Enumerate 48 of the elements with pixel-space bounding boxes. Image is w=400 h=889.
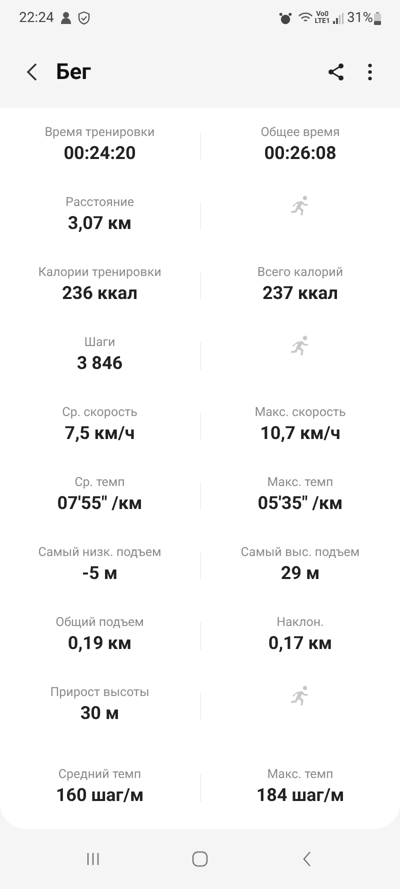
metric-value: 236 ккал [62, 282, 138, 306]
metric-value: 00:24:20 [64, 142, 136, 166]
metric-label: Всего калорий [257, 264, 344, 282]
metric-label: Самый низк. подъем [38, 544, 162, 562]
metric-value: -5 м [82, 562, 118, 586]
metric-value: 3 846 [76, 352, 123, 376]
metric-value: 0,17 км [268, 632, 332, 656]
page-title: Бег [56, 58, 91, 86]
metric-value: 7,5 км/ч [64, 422, 135, 446]
metric-label: Средний темп [58, 766, 142, 784]
metric-value: 30 м [80, 702, 120, 726]
metric-value: 3,07 км [68, 212, 132, 236]
metric-label: Время тренировки [44, 124, 155, 142]
shield-icon [78, 11, 90, 25]
metric-value: 10,7 км/ч [260, 422, 340, 446]
home-icon [192, 851, 208, 867]
recent-apps-icon [86, 852, 100, 866]
metric-value: 05'35" /км [258, 492, 343, 516]
metric-label: Ср. скорость [62, 404, 138, 422]
battery-icon [374, 12, 381, 24]
metric-value: 00:26:08 [264, 142, 336, 166]
metric-value: 160 шаг/м [56, 784, 144, 808]
battery-percent: 31% [347, 8, 373, 28]
metric-value: 237 ккал [262, 282, 338, 306]
signal-icon [333, 12, 344, 24]
metric-label: Макс. темп [267, 474, 334, 492]
back-icon [26, 62, 38, 82]
metric-label: Прирост высоты [50, 684, 150, 702]
more-icon [368, 63, 372, 81]
metric-value: 0,19 км [68, 632, 132, 656]
metric-label: Самый выс. подъем [240, 544, 360, 562]
metric-label: Макс. скорость [254, 404, 346, 422]
back-icon [302, 851, 312, 867]
metric-label: Наклон. [276, 614, 324, 632]
wifi-icon [298, 12, 313, 24]
status-time: 22:24 [19, 8, 54, 28]
share-icon [327, 63, 345, 81]
metric-label: Калории тренировки [38, 264, 162, 282]
metric-label: Расстояние [66, 194, 134, 212]
metric-label: Макс. темп [267, 766, 334, 784]
metric-value: 184 шаг/м [256, 784, 344, 808]
metric-value: 29 м [280, 562, 320, 586]
metric-value: 07'55" /км [57, 492, 142, 516]
metric-label: Общее время [260, 124, 340, 142]
alarm-icon [278, 12, 292, 24]
metric-label: Общий подъем [56, 614, 144, 632]
metric-label: Шаги [84, 334, 116, 352]
metric-label: Ср. темп [74, 474, 125, 492]
